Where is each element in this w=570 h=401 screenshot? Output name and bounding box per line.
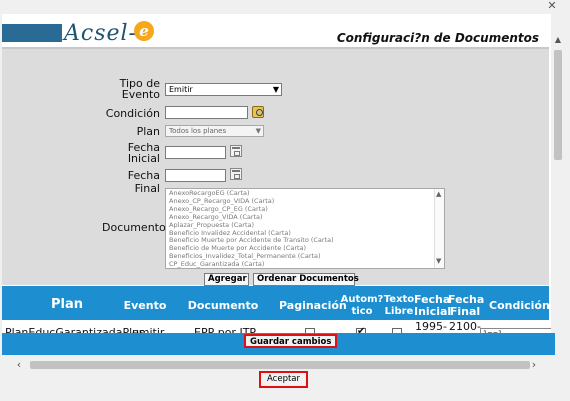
- documento-listbox[interactable]: AnexoRecargoEG (Carta) Anexo_CP_Recargo_V…: [165, 188, 445, 269]
- plan-value: Todos los planes: [169, 127, 227, 135]
- filter-form: Tipo de Evento Emitir ▼ Condición Plan T…: [2, 49, 549, 286]
- col-automatico: Autom?tico: [340, 294, 384, 317]
- documento-options: AnexoRecargoEG (Carta) Anexo_CP_Recargo_V…: [166, 189, 444, 268]
- col-evento: Evento: [123, 299, 167, 312]
- document-config-dialog: Acsel- e Configuraci?n de Documentos Tip…: [2, 14, 565, 354]
- col-texto-libre: Texto Libre: [383, 294, 415, 317]
- plan-label: Plan: [136, 125, 160, 138]
- calendar-icon[interactable]: [230, 145, 242, 157]
- horizontal-scrollbar[interactable]: ‹ ›: [2, 358, 555, 372]
- tipo-evento-label: Tipo de Evento: [119, 77, 160, 101]
- logo-bar: [2, 24, 62, 42]
- search-icon[interactable]: [252, 106, 264, 118]
- condicion-label: Condición: [105, 107, 160, 120]
- logo-text: Acsel-: [64, 21, 137, 46]
- scroll-left-icon[interactable]: ‹: [12, 358, 26, 372]
- grid-header: Plan Evento Documento Paginación Autom?t…: [2, 286, 550, 320]
- scroll-right-icon[interactable]: ›: [527, 358, 541, 372]
- plan-select[interactable]: Todos los planes ▼: [165, 125, 264, 137]
- col-fecha-final: Fecha Final: [448, 293, 485, 318]
- ordenar-documentos-button[interactable]: Ordenar Documentos: [253, 273, 359, 286]
- chevron-down-icon: ▼: [272, 85, 279, 94]
- vertical-scrollbar[interactable]: ▲ ▼: [551, 14, 565, 354]
- col-plan: Plan: [50, 297, 83, 312]
- scroll-down-icon[interactable]: ▼: [436, 257, 441, 265]
- scroll-up-icon[interactable]: ▲: [436, 190, 441, 198]
- aceptar-button[interactable]: Aceptar: [259, 371, 308, 388]
- dialog-titlebar: ✕: [0, 0, 570, 14]
- calendar-icon[interactable]: [230, 168, 242, 180]
- header: Acsel- e Configuraci?n de Documentos: [2, 14, 549, 49]
- scroll-up-icon[interactable]: ▲: [551, 34, 565, 46]
- listbox-scrollbar[interactable]: ▲ ▼: [434, 189, 444, 268]
- agregar-button[interactable]: Agregar: [204, 273, 249, 286]
- guardar-cambios-button[interactable]: Guardar cambios: [244, 334, 338, 348]
- documento-option[interactable]: CP_Educ_Garantizada (Carta): [169, 260, 441, 268]
- scrollbar-thumb[interactable]: [30, 361, 530, 369]
- scrollbar-thumb[interactable]: [554, 50, 562, 160]
- col-condicion: Condición: [489, 299, 550, 312]
- chevron-down-icon: ▼: [255, 127, 261, 135]
- col-documento: Documento: [187, 299, 259, 312]
- col-paginacion: Paginación: [279, 299, 347, 312]
- fecha-inicial-input[interactable]: [165, 146, 226, 159]
- logo-badge: e: [134, 21, 154, 41]
- fecha-inicial-label: Fecha Inicial: [127, 141, 160, 165]
- page-title: Configuraci?n de Documentos: [336, 31, 539, 45]
- tipo-evento-value: Emitir: [169, 85, 193, 94]
- fecha-final-input[interactable]: [165, 169, 226, 182]
- col-fecha-inicial: Fecha Inicial: [414, 293, 452, 318]
- fecha-final-label: Fecha Final: [127, 169, 160, 195]
- close-icon[interactable]: ✕: [546, 0, 558, 12]
- tipo-evento-select[interactable]: Emitir ▼: [165, 83, 282, 96]
- documento-label: Documento: [102, 221, 166, 234]
- condicion-input[interactable]: [165, 106, 248, 119]
